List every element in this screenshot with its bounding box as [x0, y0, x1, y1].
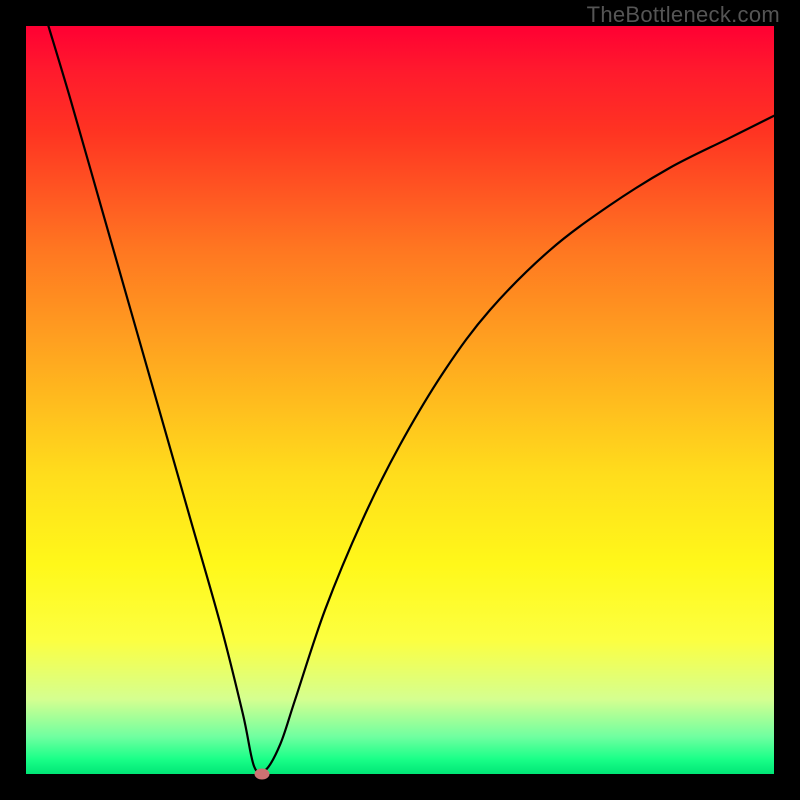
optimal-point-marker: [254, 769, 269, 780]
bottleneck-curve: [26, 26, 774, 774]
watermark-text: TheBottleneck.com: [587, 2, 780, 28]
chart-plot-area: [26, 26, 774, 774]
